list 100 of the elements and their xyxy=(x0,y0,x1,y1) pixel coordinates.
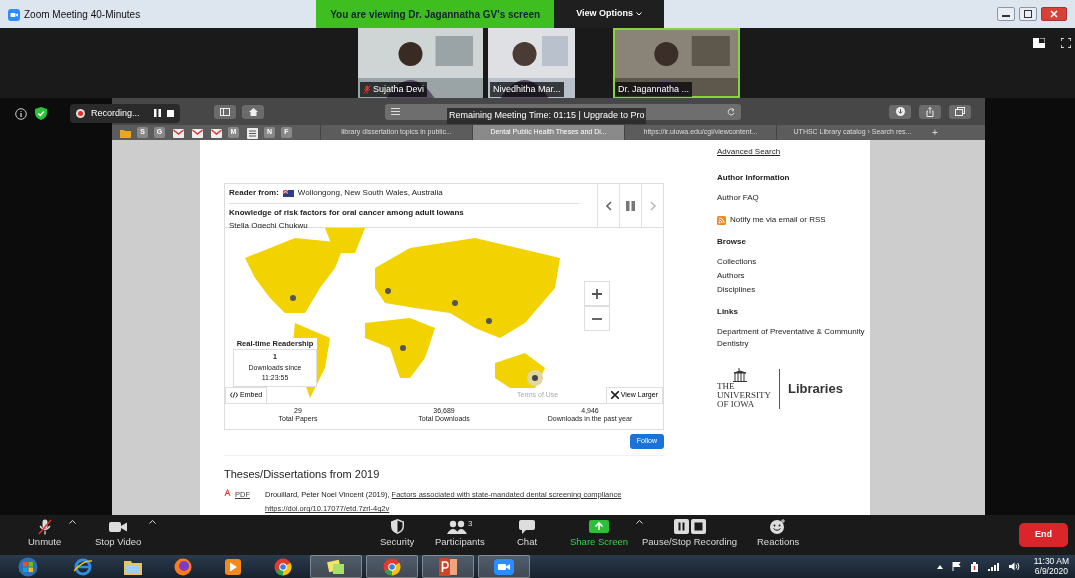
options-caret[interactable] xyxy=(149,520,157,524)
sidebar-link[interactable]: Department of Preventative & Community Dentistry xyxy=(717,326,870,350)
mail-icon[interactable] xyxy=(173,128,184,138)
stop-icon xyxy=(166,110,174,117)
toolbar-button[interactable]: Unmute xyxy=(28,518,62,550)
toolbar-button[interactable]: Pause/Stop Recording xyxy=(642,518,738,550)
rss-icon xyxy=(717,215,726,225)
taskbar-app[interactable] xyxy=(310,555,362,578)
participant-name: Dr. Jagannatha ... xyxy=(618,82,690,96)
reader-icon xyxy=(391,108,400,115)
pause-icon xyxy=(626,200,635,211)
sidebar-heading: Browse xyxy=(717,236,747,248)
smiley-icon xyxy=(770,519,787,534)
battery-icon xyxy=(969,561,979,572)
reload-icon xyxy=(727,107,735,116)
caret-icon xyxy=(636,520,644,524)
pdf-icon xyxy=(224,489,231,496)
building-icon xyxy=(733,368,747,382)
options-caret[interactable] xyxy=(69,520,77,524)
toolbar-button[interactable]: 3 Participants xyxy=(435,518,485,550)
caret-icon xyxy=(149,520,157,524)
home-button[interactable] xyxy=(242,104,264,119)
expand-icon xyxy=(610,391,619,400)
taskbar-app[interactable] xyxy=(422,555,474,578)
media-player-icon xyxy=(225,558,241,575)
toolbar-button[interactable]: Stop Video xyxy=(95,518,142,550)
chrome-icon xyxy=(383,557,401,576)
participant-name: Nivedhitha Mar... xyxy=(493,82,561,96)
app-logo-icon xyxy=(8,8,20,21)
participant-name: Sujatha Devi xyxy=(373,82,425,96)
toolbar-button[interactable]: Share Screen xyxy=(570,518,629,550)
end-meeting-button[interactable]: End xyxy=(1019,523,1068,547)
new-tab-button[interactable]: + xyxy=(928,125,942,140)
tabs-overview-button[interactable] xyxy=(949,104,971,119)
paper-title: Knowledge of risk factors for oral cancer among adult Iowans xyxy=(229,207,465,219)
browser-icon xyxy=(74,557,92,576)
code-icon xyxy=(230,392,238,399)
logo-text: OF IOWA xyxy=(717,400,756,409)
reader-location: Wollongong, New South Wales, Australia xyxy=(297,187,443,199)
camera-icon xyxy=(109,520,128,533)
sidebar-link[interactable]: Notify me via email or RSS xyxy=(730,214,826,226)
options-caret[interactable] xyxy=(636,520,644,524)
chevron-left-icon xyxy=(605,200,612,211)
window-title: Zoom Meeting 40-Minutes xyxy=(24,7,141,22)
screen-share-banner: You are viewing Dr. Jagannatha GV's screen xyxy=(316,0,555,28)
volume-icon xyxy=(1008,562,1020,571)
logo-text: THE xyxy=(717,382,736,391)
pause-icon xyxy=(153,109,161,118)
plus-icon xyxy=(592,288,602,299)
fullscreen-icon xyxy=(1061,38,1071,48)
shield-icon xyxy=(35,107,47,120)
tray-arrow-icon xyxy=(936,564,943,569)
share-screen-icon xyxy=(589,520,610,533)
reader-from-label: Reader from: xyxy=(229,187,279,199)
minus-icon xyxy=(592,317,602,320)
toolbar-button[interactable]: Chat xyxy=(517,518,538,550)
close-button[interactable] xyxy=(1041,7,1067,21)
sidebar-button[interactable] xyxy=(214,104,236,119)
muted-mic-icon xyxy=(37,518,52,535)
maximize-icon xyxy=(1024,10,1032,18)
toolbar-button[interactable]: Security xyxy=(380,518,415,550)
caret-icon xyxy=(69,520,77,524)
meeting-time-notice: Remaining Meeting Time: 01:15 | Upgrade to Pro xyxy=(447,108,647,124)
close-icon xyxy=(1050,10,1058,18)
toolbar-button[interactable]: Reactions xyxy=(757,518,800,550)
clock-date: 6/9/2020 xyxy=(1033,566,1069,576)
sidebar-link[interactable]: Advanced Search xyxy=(717,147,781,156)
home-icon xyxy=(248,107,258,116)
mail-icon[interactable] xyxy=(211,128,222,138)
sidebar-icon xyxy=(220,107,230,116)
info-icon xyxy=(15,107,27,120)
logo-libraries: Libraries xyxy=(788,379,843,398)
zoom-in-button[interactable] xyxy=(584,281,610,306)
sidebar-link[interactable]: Author FAQ xyxy=(717,192,870,204)
tabs-icon xyxy=(955,107,965,116)
zoom-out-button[interactable] xyxy=(584,306,610,331)
notes-icon xyxy=(327,558,345,575)
chevron-icon xyxy=(635,12,642,16)
download-icon xyxy=(895,107,905,116)
sidebar-link[interactable]: Authors xyxy=(717,270,870,282)
view-options-menu[interactable]: View Options xyxy=(554,0,664,28)
presentation-icon xyxy=(439,557,457,576)
flag-icon xyxy=(951,562,961,571)
mail-icon[interactable] xyxy=(192,128,203,138)
flag-icon xyxy=(282,189,294,197)
shield-icon xyxy=(390,519,404,534)
taskbar-app[interactable] xyxy=(478,555,530,578)
share-button[interactable] xyxy=(919,104,941,119)
firefox-icon xyxy=(174,557,192,576)
minimize-button[interactable] xyxy=(997,7,1015,21)
clock-time: 11:30 AM xyxy=(1033,557,1069,567)
share-icon xyxy=(926,106,934,117)
logo-text: UNIVERSITY xyxy=(717,391,771,400)
maximize-button[interactable] xyxy=(1019,7,1037,21)
sidebar-link[interactable]: Collections xyxy=(717,256,870,268)
signal-icon xyxy=(987,562,1000,571)
recording-status: Recording... xyxy=(91,106,140,120)
sidebar-heading: Links xyxy=(717,306,739,318)
sidebar-link[interactable]: Disciplines xyxy=(717,284,870,296)
download-button[interactable] xyxy=(889,104,911,119)
